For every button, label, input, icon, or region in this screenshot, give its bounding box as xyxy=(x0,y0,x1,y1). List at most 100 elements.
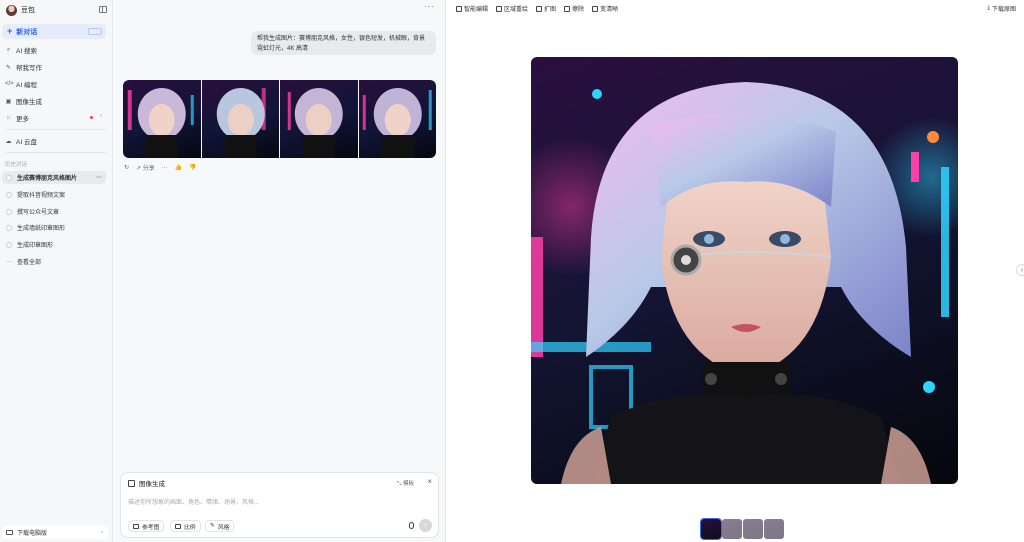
generated-image[interactable] xyxy=(358,80,436,158)
template-toggle[interactable]: ⤡ 模板 xyxy=(397,479,414,488)
chevron-right-icon: › xyxy=(101,529,103,536)
download-icon: ⤓ xyxy=(987,5,990,11)
chat-icon xyxy=(6,191,12,198)
view-all-link[interactable]: ··· 查看全部 xyxy=(2,255,106,268)
cyberpunk-portrait-illustration xyxy=(531,82,958,484)
user-message: 帮我生成图片：赛博朋克风格，女性，银色短发，机械眼，背景霓虹灯光，4K 高清 xyxy=(251,31,436,55)
sidebar-item-label: 图像生成 xyxy=(16,99,42,106)
history-item[interactable]: 生成赛博朋克风格图片 ··· xyxy=(2,171,106,184)
image-selector-thumb[interactable] xyxy=(743,519,763,539)
notification-dot xyxy=(90,116,93,119)
download-desktop-button[interactable]: 下载电脑版 › xyxy=(2,526,108,539)
history-item[interactable]: 撰写公众号文章 xyxy=(2,205,106,218)
download-original-button[interactable]: ⤓ 下载原图 xyxy=(987,4,1016,13)
download-original-label: 下载原图 xyxy=(991,7,1016,13)
sidebar-item-cloud[interactable]: ☁ AI 云盘 xyxy=(5,135,108,147)
sidebar-item-more[interactable]: ⁙ 更多 › xyxy=(5,112,108,124)
chat-icon xyxy=(6,208,12,215)
history-item-label: 生成赛博朋克风格图片 xyxy=(17,176,78,182)
hd-icon xyxy=(592,5,599,12)
sidebar-item-label: AI 云盘 xyxy=(16,139,37,146)
sidebar-collapse-icon[interactable] xyxy=(99,6,107,13)
sidebar-item-image-gen[interactable]: ▣ 图像生成 xyxy=(5,95,108,107)
template-label: 模板 xyxy=(402,481,414,487)
mic-icon[interactable] xyxy=(409,522,414,529)
sidebar-item-label: 更多 xyxy=(16,116,29,123)
history-item-label: 撰写公众号文章 xyxy=(17,210,60,216)
more-icon[interactable]: ··· xyxy=(162,165,168,171)
sidebar: 豆包 + 新对话 ⌕ AI 搜索 ✎ 帮我写作 </> AI 编程 ▣ 图像生成… xyxy=(0,0,113,542)
reference-image-button[interactable]: 参考图 xyxy=(128,520,165,532)
divider xyxy=(6,152,106,153)
ratio-button[interactable]: 比例 xyxy=(170,520,201,532)
more-icon[interactable]: ··· xyxy=(424,2,435,11)
image-icon: ▣ xyxy=(5,98,12,105)
tool-label: 变清晰 xyxy=(600,7,619,13)
inpaint-button[interactable]: 区域重绘 xyxy=(496,4,528,13)
brush-icon xyxy=(496,5,503,12)
more-icon[interactable]: ··· xyxy=(96,175,102,181)
sidebar-item-writing[interactable]: ✎ 帮我写作 xyxy=(5,61,108,73)
image-selector-thumb[interactable] xyxy=(700,518,722,540)
smart-edit-button[interactable]: 智能编辑 xyxy=(456,4,488,13)
divider xyxy=(6,129,106,130)
cloud-icon: ☁ xyxy=(5,138,12,145)
erase-button[interactable]: 擦除 xyxy=(564,4,584,13)
image-icon xyxy=(128,479,135,487)
history-item-label: 生成墙纸印章图形 xyxy=(17,226,66,232)
plus-icon: + xyxy=(7,26,13,36)
tool-label: 区域重绘 xyxy=(504,7,529,13)
download-desktop-label: 下载电脑版 xyxy=(17,531,48,537)
app-name: 豆包 xyxy=(21,7,35,14)
chat-icon xyxy=(6,241,12,248)
prompt-input[interactable] xyxy=(128,498,428,508)
tool-label: 扩图 xyxy=(544,7,557,13)
regenerate-icon[interactable]: ↻ xyxy=(124,164,129,171)
image-selector-thumb[interactable] xyxy=(764,519,784,539)
pen-icon: ✎ xyxy=(5,64,12,71)
view-all-label: 查看全部 xyxy=(17,260,42,266)
outpaint-button[interactable]: 扩图 xyxy=(536,4,556,13)
sidebar-item-ai-coding[interactable]: </> AI 编程 xyxy=(5,78,108,90)
send-button[interactable]: ↑ xyxy=(419,519,432,532)
composer-title-label: 图像生成 xyxy=(139,481,165,488)
history-item[interactable]: 生成墙纸印章图形 xyxy=(2,221,106,234)
close-icon[interactable]: × xyxy=(427,477,432,486)
share-label: 分享 xyxy=(142,166,155,172)
chip-label: 风格 xyxy=(217,524,230,531)
generated-image[interactable] xyxy=(123,80,201,158)
generated-image[interactable] xyxy=(280,80,358,158)
style-button[interactable]: ✎ 风格 xyxy=(205,520,235,532)
tool-label: 擦除 xyxy=(572,7,585,13)
new-chat-label: 新对话 xyxy=(16,28,38,36)
chip-label: 比例 xyxy=(184,524,196,531)
message-actions: ↻ ↗ 分享 ··· 👍 👎 xyxy=(124,163,197,173)
chat-panel: ··· 帮我生成图片：赛博朋克风格，女性，银色短发，机械眼，背景霓虹灯光，4K … xyxy=(113,0,446,542)
edit-toolbar: 智能编辑 区域重绘 扩图 擦除 变清晰 xyxy=(456,4,618,13)
thumbs-down-icon[interactable]: 👎 xyxy=(189,164,196,171)
new-chat-button[interactable]: + 新对话 xyxy=(2,24,106,39)
upscale-button[interactable]: 变清晰 xyxy=(592,4,618,13)
chat-icon xyxy=(6,174,12,181)
generated-image[interactable] xyxy=(201,80,279,158)
share-button[interactable]: ↗ 分享 xyxy=(136,163,155,172)
thumbs-up-icon[interactable]: 👍 xyxy=(175,164,182,171)
image-viewer: 智能编辑 区域重绘 扩图 擦除 变清晰 ⤓ 下载原图 › xyxy=(446,0,1024,542)
main-image[interactable] xyxy=(531,57,958,484)
history-item[interactable]: 提取抖音视频文案 xyxy=(2,188,106,201)
history-section-label: 历史对话 xyxy=(5,162,28,168)
magic-wand-icon xyxy=(456,5,462,12)
sidebar-item-ai-search[interactable]: ⌕ AI 搜索 xyxy=(5,44,108,56)
composer: 图像生成 ⤡ 模板 × 参考图 比例 ✎ 风格 ↑ xyxy=(120,472,439,538)
history-item[interactable]: 生成印章图形 xyxy=(2,238,106,251)
shortcut-icon xyxy=(88,28,102,35)
chevron-right-icon[interactable]: › xyxy=(1016,264,1024,276)
sidebar-header: 豆包 xyxy=(6,4,107,16)
history-item-label: 提取抖音视频文案 xyxy=(17,193,66,199)
more-icon: ··· xyxy=(6,258,12,265)
monitor-icon xyxy=(6,530,13,535)
tool-label: 智能编辑 xyxy=(464,7,489,13)
generated-images xyxy=(123,80,436,158)
code-icon: </> xyxy=(5,81,14,87)
image-selector-thumb[interactable] xyxy=(722,519,742,539)
